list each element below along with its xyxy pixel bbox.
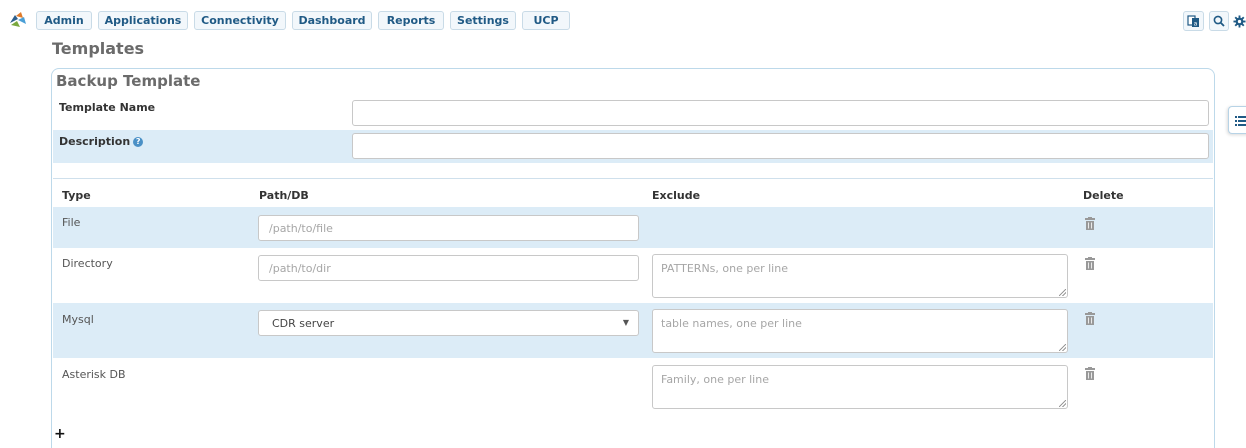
template-name-row: Template Name [53, 95, 1213, 130]
description-label: Description [59, 135, 131, 148]
resize-handle[interactable] [1059, 400, 1066, 407]
settings-button[interactable] [1232, 11, 1246, 31]
template-name-label: Template Name [59, 101, 156, 114]
path-input[interactable] [258, 255, 639, 281]
type-label: Directory [62, 257, 113, 270]
top-navbar: Admin Applications Connectivity Dashboar… [0, 0, 1246, 40]
nav-applications[interactable]: Applications [98, 11, 188, 30]
header-path-db: Path/DB [259, 189, 309, 202]
header-type: Type [62, 189, 91, 202]
select-value: CDR server [272, 317, 335, 330]
resize-handle[interactable] [1059, 289, 1066, 296]
language-icon: a [1187, 14, 1199, 27]
header-exclude: Exclude [652, 189, 701, 202]
language-button[interactable]: a [1183, 11, 1204, 31]
freepbx-logo-icon[interactable] [8, 10, 28, 30]
add-row-button[interactable]: + [54, 427, 66, 441]
caret-down-icon: ▼ [622, 318, 629, 327]
table-row: Mysql CDR server ▼ [53, 303, 1213, 358]
description-label-wrap: Description? [59, 135, 144, 148]
section-title: Backup Template [56, 72, 201, 90]
trash-icon[interactable] [1084, 217, 1096, 231]
divider [53, 178, 1213, 179]
nav-ucp[interactable]: UCP [522, 11, 570, 30]
trash-icon[interactable] [1084, 367, 1096, 381]
table-row: Asterisk DB [53, 358, 1213, 413]
type-label: File [62, 216, 81, 229]
nav-admin[interactable]: Admin [36, 11, 92, 30]
type-label: Mysql [62, 313, 94, 326]
exclude-textarea[interactable] [652, 309, 1068, 353]
page-title: Templates [52, 39, 145, 58]
description-row: Description? [53, 130, 1213, 163]
gear-icon [1232, 14, 1246, 28]
trash-icon[interactable] [1084, 312, 1096, 326]
description-input[interactable] [352, 133, 1209, 159]
search-button[interactable] [1209, 11, 1229, 31]
header-delete: Delete [1083, 189, 1124, 202]
table-row: File [53, 207, 1213, 248]
nav-connectivity[interactable]: Connectivity [194, 11, 286, 30]
list-icon [1235, 116, 1246, 126]
mysql-server-select[interactable]: CDR server ▼ [258, 310, 639, 336]
side-panel-toggle[interactable] [1228, 106, 1246, 134]
help-icon[interactable]: ? [133, 137, 144, 147]
exclude-textarea[interactable] [652, 254, 1068, 298]
search-icon [1213, 15, 1225, 27]
exclude-textarea[interactable] [652, 365, 1068, 409]
table-row: Directory [53, 248, 1213, 303]
nav-settings[interactable]: Settings [450, 11, 516, 30]
svg-text:a: a [1194, 20, 1198, 27]
template-name-input[interactable] [352, 100, 1209, 126]
trash-icon[interactable] [1084, 257, 1096, 271]
path-input[interactable] [258, 215, 639, 241]
resize-handle[interactable] [1059, 344, 1066, 351]
nav-reports[interactable]: Reports [378, 11, 444, 30]
type-label: Asterisk DB [62, 368, 126, 381]
nav-dashboard[interactable]: Dashboard [292, 11, 372, 30]
